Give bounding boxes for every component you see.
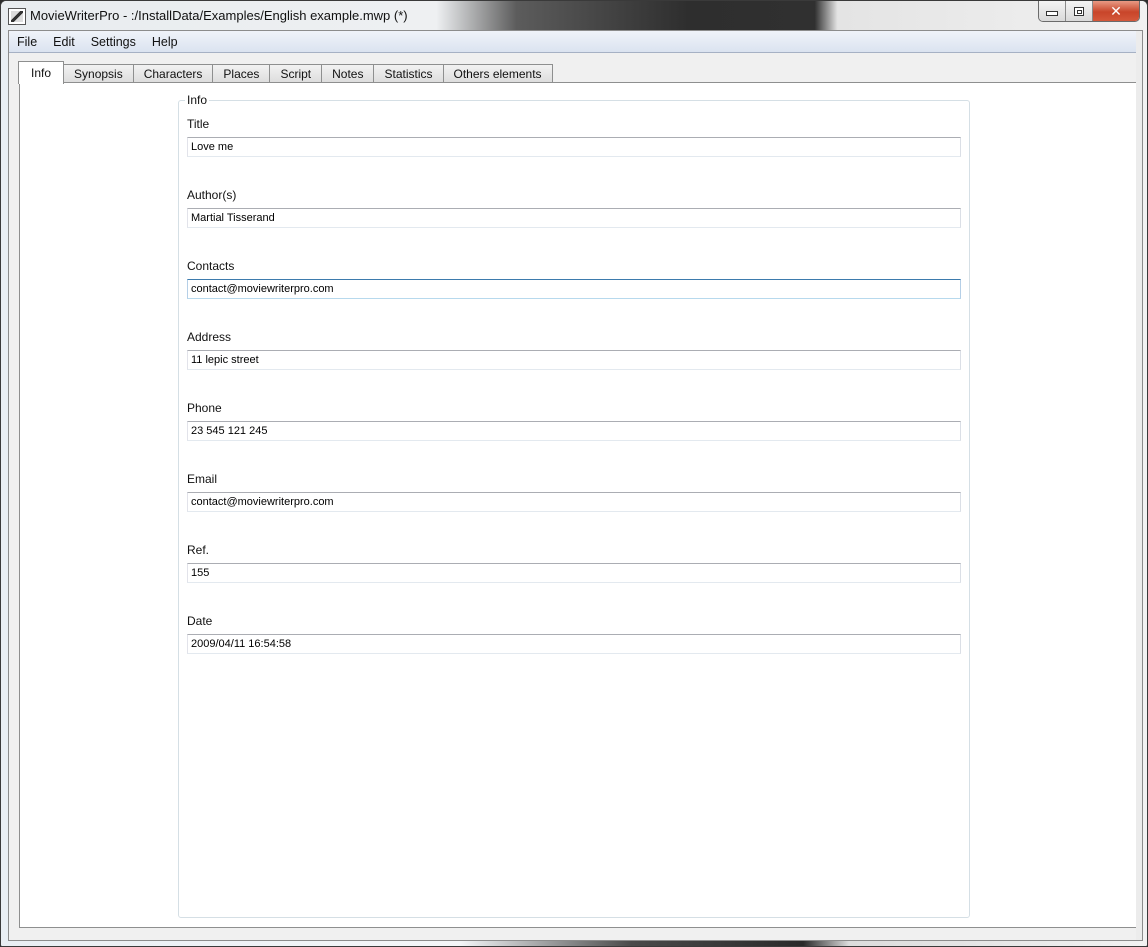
email-label: Email: [187, 472, 218, 486]
tab-synopsis[interactable]: Synopsis: [63, 64, 134, 83]
authors-label: Author(s): [187, 188, 237, 202]
close-button[interactable]: ✕: [1093, 1, 1139, 21]
groupbox-title: Info: [185, 93, 210, 107]
email-field: Email: [187, 472, 961, 512]
address-field: Address: [187, 330, 961, 370]
tab-script[interactable]: Script: [269, 64, 323, 83]
authors-input[interactable]: [187, 208, 961, 228]
menu-edit[interactable]: Edit: [45, 35, 83, 49]
contacts-label: Contacts: [187, 259, 235, 273]
tab-characters[interactable]: Characters: [132, 64, 214, 83]
address-label: Address: [187, 330, 232, 344]
menu-file[interactable]: File: [9, 35, 45, 49]
ref-field: Ref.: [187, 543, 961, 583]
contacts-field: Contacts: [187, 259, 961, 299]
date-label: Date: [187, 614, 213, 628]
info-tab-page: Info Title Author(s) Contacts Address: [19, 82, 1141, 928]
window-title: MovieWriterPro - :/InstallData/Examples/…: [30, 8, 408, 23]
authors-field: Author(s): [187, 188, 961, 228]
maximize-icon: [1074, 6, 1084, 16]
tab-places[interactable]: Places: [212, 64, 271, 83]
date-field: Date: [187, 614, 961, 654]
minimize-button[interactable]: [1039, 1, 1066, 21]
maximize-button[interactable]: [1066, 1, 1093, 21]
ref-input[interactable]: [187, 563, 961, 583]
ref-label: Ref.: [187, 543, 210, 557]
tab-others-elements[interactable]: Others elements: [442, 64, 553, 83]
info-groupbox: Info Title Author(s) Contacts Address: [178, 93, 970, 918]
title-input[interactable]: [187, 137, 961, 157]
title-label: Title: [187, 117, 210, 131]
main-client-area: File Edit Settings Help Info Synopsis Ch…: [8, 30, 1143, 941]
tab-notes[interactable]: Notes: [321, 64, 375, 83]
phone-label: Phone: [187, 401, 222, 415]
tab-statistics[interactable]: Statistics: [373, 64, 444, 83]
title-field: Title: [187, 117, 961, 157]
address-input[interactable]: [187, 350, 961, 370]
email-input[interactable]: [187, 492, 961, 512]
title-bar[interactable]: MovieWriterPro - :/InstallData/Examples/…: [1, 1, 1147, 30]
date-input[interactable]: [187, 634, 961, 654]
menu-help[interactable]: Help: [144, 35, 186, 49]
phone-field: Phone: [187, 401, 961, 441]
app-icon[interactable]: [8, 8, 26, 25]
menu-bar: File Edit Settings Help: [9, 31, 1142, 53]
tab-bar: Info Synopsis Characters Places Script N…: [18, 61, 553, 84]
tab-info[interactable]: Info: [18, 61, 65, 84]
caption-buttons: ✕: [1038, 1, 1140, 22]
contacts-input[interactable]: [187, 279, 961, 299]
phone-input[interactable]: [187, 421, 961, 441]
app-window: MovieWriterPro - :/InstallData/Examples/…: [0, 0, 1148, 947]
menu-settings[interactable]: Settings: [83, 35, 144, 49]
close-icon: ✕: [1110, 2, 1122, 19]
minimize-icon: [1046, 11, 1058, 16]
window-right-edge: [1136, 31, 1142, 940]
